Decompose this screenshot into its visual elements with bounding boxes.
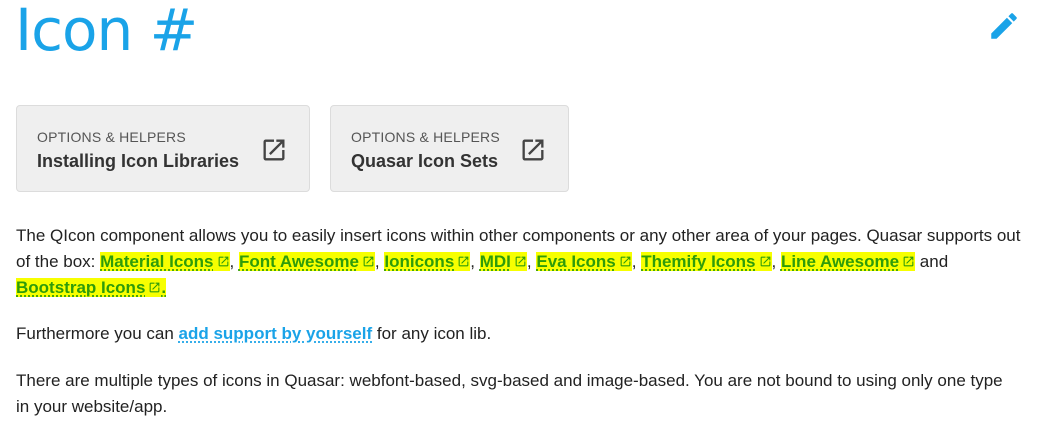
- external-link-icon: [363, 256, 374, 267]
- types-paragraph: There are multiple types of icons in Qua…: [16, 371, 1003, 416]
- link-themify-icons[interactable]: Themify Icons: [641, 252, 772, 271]
- intro-paragraph: The QIcon component allows you to easily…: [16, 226, 1021, 297]
- add-support-link[interactable]: add support by yourself: [179, 324, 373, 343]
- card-installing-icon-libraries[interactable]: OPTIONS & HELPERS Installing Icon Librar…: [16, 105, 310, 192]
- external-link-icon: [903, 256, 914, 267]
- link-font-awesome[interactable]: Font Awesome: [238, 252, 375, 271]
- external-link-icon: [218, 256, 228, 267]
- page-title: Icon #: [15, 0, 198, 64]
- link-ionicons[interactable]: Ionicons: [384, 252, 471, 271]
- pencil-icon: [991, 13, 1017, 39]
- external-link-icon: [515, 256, 526, 267]
- link-mdi[interactable]: MDI: [479, 252, 527, 271]
- edit-page-button[interactable]: [984, 6, 1024, 46]
- external-link-icon: [620, 256, 631, 267]
- link-material-icons[interactable]: Material Icons: [100, 252, 230, 271]
- open-in-new-icon: [263, 139, 285, 161]
- card-title: Installing Icon Libraries: [37, 151, 240, 171]
- external-link-icon: [760, 256, 770, 267]
- card-title: Quasar Icon Sets: [351, 151, 499, 171]
- support-paragraph: Furthermore you can add support by yours…: [16, 324, 492, 343]
- link-line-awesome[interactable]: Line Awesome: [780, 252, 916, 271]
- external-link-icon: [458, 256, 469, 267]
- card-quasar-icon-sets[interactable]: OPTIONS & HELPERS Quasar Icon Sets: [330, 105, 569, 192]
- link-bootstrap-icons[interactable]: Bootstrap Icons: [16, 278, 162, 297]
- external-link-icon: [150, 282, 160, 293]
- open-in-new-icon: [522, 139, 544, 161]
- card-caption: OPTIONS & HELPERS: [351, 129, 500, 145]
- card-caption: OPTIONS & HELPERS: [37, 129, 186, 145]
- link-eva-icons[interactable]: Eva Icons: [536, 252, 632, 271]
